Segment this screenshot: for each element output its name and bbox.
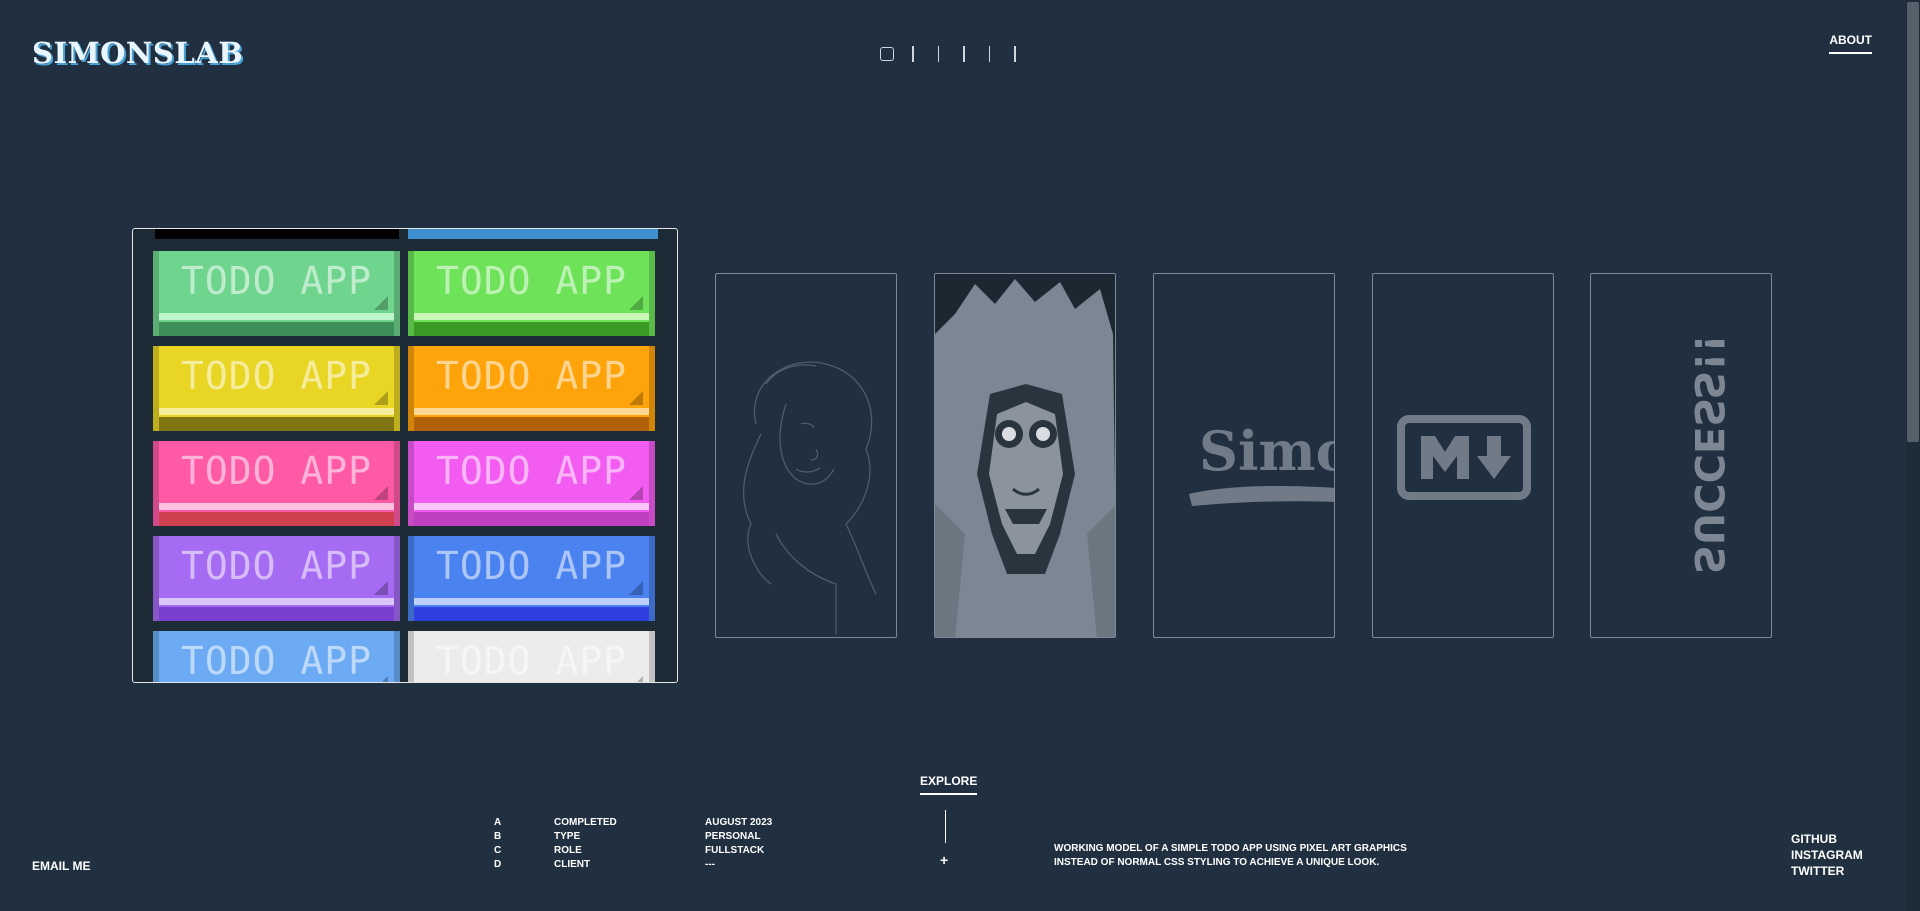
- brand-logo-text: Simon: [1199, 419, 1335, 483]
- email-me-link[interactable]: EMAIL ME: [32, 859, 90, 873]
- meta-row: C ROLE FULLSTACK: [494, 843, 772, 857]
- success-logo-text: SUCCESS!!: [1685, 334, 1731, 574]
- twitter-link[interactable]: TWITTER: [1791, 863, 1863, 879]
- pager-tick[interactable]: [912, 46, 914, 62]
- tile-base: [414, 322, 649, 336]
- expand-plus-button[interactable]: +: [940, 852, 948, 868]
- meta-label: TYPE: [554, 830, 581, 842]
- project-card-sketch-portrait[interactable]: [715, 273, 897, 638]
- tile-shine: [414, 313, 649, 320]
- tile-base: [414, 417, 649, 431]
- meta-value: AUGUST 2023: [705, 816, 773, 828]
- tile-label: TODO APP: [435, 259, 628, 303]
- todo-app-tile[interactable]: TODO APP: [153, 251, 400, 336]
- todo-app-tile[interactable]: TODO APP: [408, 441, 655, 526]
- scrollbar-track[interactable]: [1906, 0, 1920, 911]
- project-description: WORKING MODEL OF A SIMPLE TODO APP USING…: [1054, 842, 1407, 870]
- tile-label: TODO APP: [435, 354, 628, 398]
- tile-label: TODO APP: [180, 449, 373, 493]
- description-line: WORKING MODEL OF A SIMPLE TODO APP USING…: [1054, 843, 1407, 854]
- tile-shine: [414, 598, 649, 605]
- meta-key: A: [494, 816, 502, 828]
- instagram-link[interactable]: INSTAGRAM: [1791, 847, 1863, 863]
- todo-app-tile[interactable]: TODO APP: [153, 346, 400, 431]
- tile-label: TODO APP: [180, 639, 373, 683]
- tile-shine: [159, 408, 394, 415]
- tile-strip: [155, 229, 399, 239]
- brush-logo-illustration: Simon: [1189, 419, 1335, 506]
- todo-app-tile[interactable]: TODO APP: [408, 536, 655, 621]
- markdown-icon: [1397, 415, 1531, 500]
- tile-label: TODO APP: [435, 449, 628, 493]
- about-link[interactable]: ABOUT: [1829, 33, 1872, 54]
- tile-label: TODO APP: [180, 259, 373, 303]
- social-links: GITHUB INSTAGRAM TWITTER: [1791, 831, 1863, 879]
- tile-base: [414, 607, 649, 621]
- tile-base: [159, 512, 394, 526]
- meta-value: FULLSTACK: [705, 844, 765, 856]
- pager-active-square[interactable]: [880, 47, 894, 61]
- tile-shine: [159, 598, 394, 605]
- tile-shine: [159, 503, 394, 510]
- project-card-hooded-figure[interactable]: [934, 273, 1116, 638]
- featured-project-card[interactable]: TODO APP TODO APP TODO APP TODO APP TODO APP…: [132, 228, 678, 683]
- pager-tick[interactable]: [1014, 46, 1016, 62]
- tile-base: [159, 322, 394, 336]
- meta-key: B: [494, 830, 502, 842]
- tile-shine: [414, 503, 649, 510]
- todo-app-tile[interactable]: TODO APP: [408, 251, 655, 336]
- todo-app-tile[interactable]: TODO APP: [153, 441, 400, 526]
- tile-label: TODO APP: [180, 544, 373, 588]
- meta-key: C: [494, 844, 502, 856]
- meta-value: ---: [705, 858, 715, 870]
- tile-base: [414, 512, 649, 526]
- project-card-markdown[interactable]: [1372, 273, 1554, 638]
- project-pager: [880, 46, 1040, 62]
- meta-label: COMPLETED: [554, 816, 617, 828]
- meta-row: B TYPE PERSONAL: [494, 829, 772, 843]
- todo-app-tile[interactable]: TODO APP: [153, 631, 400, 683]
- todo-app-tile[interactable]: TODO APP: [153, 536, 400, 621]
- description-line: INSTEAD OF NORMAL CSS STYLING TO ACHIEVE…: [1054, 857, 1380, 868]
- explore-divider: [945, 810, 946, 843]
- todo-app-tile[interactable]: TODO APP: [408, 631, 655, 683]
- tile-shine: [159, 313, 394, 320]
- meta-key: D: [494, 858, 502, 870]
- explore-link[interactable]: EXPLORE: [920, 774, 978, 795]
- pager-tick[interactable]: [988, 46, 990, 62]
- tile-shine: [414, 408, 649, 415]
- scrollbar-thumb[interactable]: [1907, 2, 1919, 442]
- tile-label: TODO APP: [435, 639, 628, 683]
- meta-row: A COMPLETED AUGUST 2023: [494, 815, 772, 829]
- pager-tick[interactable]: [937, 46, 939, 62]
- todo-app-tile[interactable]: TODO APP: [408, 346, 655, 431]
- tile-base: [159, 607, 394, 621]
- meta-value: PERSONAL: [705, 830, 761, 842]
- success-text-illustration: SUCCESS!!: [1685, 334, 1731, 574]
- tile-label: TODO APP: [180, 354, 373, 398]
- tile-base: [159, 417, 394, 431]
- project-card-success[interactable]: SUCCESS!!: [1590, 273, 1772, 638]
- project-meta-table: A COMPLETED AUGUST 2023 B TYPE PERSONAL …: [494, 815, 772, 871]
- sketch-portrait-illustration: [743, 361, 877, 634]
- github-link[interactable]: GITHUB: [1791, 831, 1863, 847]
- meta-label: ROLE: [554, 844, 582, 856]
- meta-row: D CLIENT ---: [494, 857, 772, 871]
- site-logo[interactable]: SIMONSLAB: [32, 36, 243, 70]
- tile-label: TODO APP: [435, 544, 628, 588]
- hooded-figure-illustration: [935, 274, 1115, 637]
- project-card-brand-logo[interactable]: Simon: [1153, 273, 1335, 638]
- tile-strip: [408, 229, 658, 239]
- pager-tick[interactable]: [963, 46, 965, 62]
- meta-label: CLIENT: [554, 858, 591, 870]
